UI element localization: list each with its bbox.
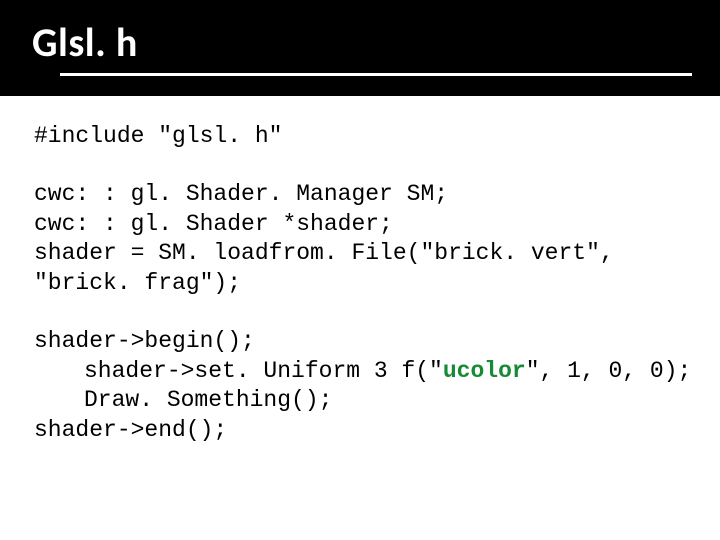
code-line: shader->end(); bbox=[34, 416, 696, 445]
code-line: shader = SM. loadfrom. File("brick. vert… bbox=[34, 239, 696, 268]
title-underline bbox=[60, 73, 692, 76]
code-line: cwc: : gl. Shader *shader; bbox=[34, 210, 696, 239]
slide: Glsl. h #include "glsl. h" cwc: : gl. Sh… bbox=[0, 0, 720, 540]
code-text: ", 1, 0, 0); bbox=[526, 358, 692, 384]
code-line: #include "glsl. h" bbox=[34, 122, 696, 151]
code-line: shader->begin(); bbox=[34, 327, 696, 356]
code-block: #include "glsl. h" cwc: : gl. Shader. Ma… bbox=[0, 96, 720, 445]
code-line: Draw. Something(); bbox=[34, 386, 696, 415]
title-bar: Glsl. h bbox=[0, 0, 720, 96]
code-line: "brick. frag"); bbox=[34, 269, 696, 298]
slide-title: Glsl. h bbox=[32, 18, 720, 67]
code-line: cwc: : gl. Shader. Manager SM; bbox=[34, 180, 696, 209]
blank-line bbox=[34, 298, 696, 327]
highlight-ucolor: ucolor bbox=[443, 358, 526, 384]
blank-line bbox=[34, 151, 696, 180]
code-text: shader->set. Uniform 3 f(" bbox=[84, 358, 443, 384]
code-line: shader->set. Uniform 3 f("ucolor", 1, 0,… bbox=[34, 357, 696, 386]
